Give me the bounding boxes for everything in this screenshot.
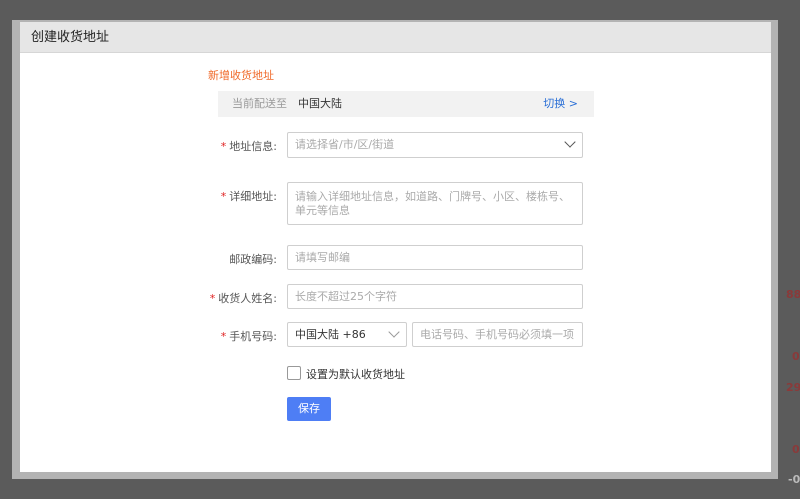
label-text: 收货人姓名: [218, 292, 277, 305]
required-mark: * [220, 330, 227, 343]
section-title: 新增收货地址 [208, 69, 274, 82]
postal-code-input[interactable]: 请填写邮编 [287, 245, 583, 270]
required-mark: * [220, 140, 227, 153]
placeholder: 电话号码、手机号码必须填一项 [420, 328, 574, 341]
required-mark: * [220, 190, 227, 203]
delivery-value: 中国大陆 [298, 97, 342, 110]
background-number: 88 [786, 288, 800, 301]
detail-label: * 详细地址: [157, 188, 277, 204]
label-text: 地址信息: [229, 140, 277, 153]
placeholder: 请选择省/市/区/街道 [295, 138, 395, 151]
recipient-name-input[interactable]: 长度不超过25个字符 [287, 284, 583, 309]
detail-address-textarea[interactable]: 请输入详细地址信息，如道路、门牌号、小区、楼栋号、单元等信息 [287, 182, 583, 225]
chevron-down-icon [388, 326, 400, 338]
placeholder: 请输入详细地址信息，如道路、门牌号、小区、楼栋号、单元等信息 [295, 190, 570, 217]
placeholder: 请填写邮编 [295, 251, 350, 264]
required-mark: * [209, 292, 216, 305]
phone-number-input[interactable]: 电话号码、手机号码必须填一项 [412, 322, 583, 347]
phone-label: * 手机号码: [157, 328, 277, 344]
create-address-dialog: 创建收货地址 新增收货地址 当前配送至 中国大陆 切换 > * 地址信息: 请选择… [20, 22, 771, 472]
address-select[interactable]: 请选择省/市/区/街道 [287, 132, 583, 158]
default-address-label[interactable]: 设置为默认收货地址 [306, 366, 405, 382]
background-number: 29 [786, 381, 800, 394]
background-number: 0 [792, 350, 800, 363]
postal-label: 邮政编码: [157, 251, 277, 267]
delivery-region-bar: 当前配送至 中国大陆 切换 > [218, 91, 594, 117]
background-number: -0 [788, 473, 800, 486]
label-text: 详细地址: [229, 190, 277, 203]
switch-region-link[interactable]: 切换 > [543, 91, 578, 117]
chevron-down-icon [564, 136, 576, 148]
placeholder: 长度不超过25个字符 [295, 290, 397, 303]
address-label: * 地址信息: [157, 138, 277, 154]
delivery-label: 当前配送至 [232, 97, 287, 110]
dialog-header: 创建收货地址 [20, 22, 771, 53]
background-number: 0 [792, 443, 800, 456]
country-code-select[interactable]: 中国大陆 +86 [287, 322, 407, 347]
country-code-value: 中国大陆 +86 [295, 328, 366, 341]
dialog-title: 创建收货地址 [31, 30, 110, 45]
label-text: 手机号码: [229, 330, 277, 343]
label-text: 邮政编码: [229, 253, 277, 266]
default-address-checkbox[interactable] [287, 366, 301, 380]
name-label: * 收货人姓名: [157, 290, 277, 306]
save-button[interactable]: 保存 [287, 397, 331, 421]
